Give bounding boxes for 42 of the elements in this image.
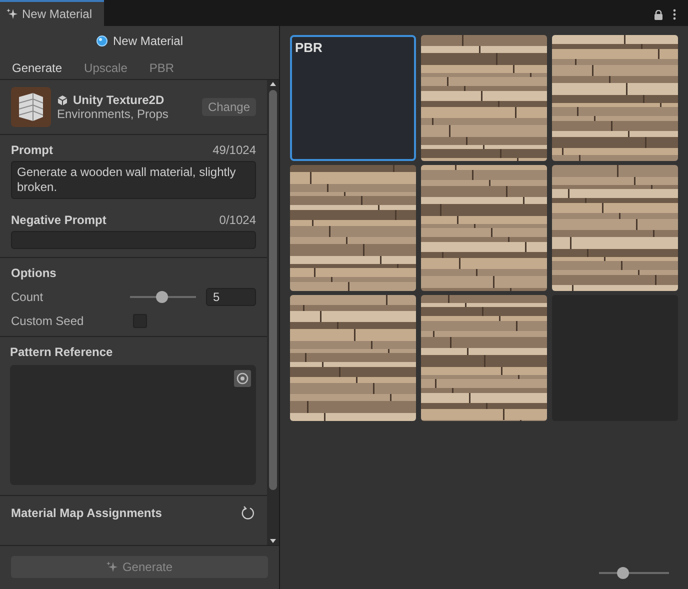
character-count: 0/1024 bbox=[219, 213, 256, 227]
model-tags: Environments, Props bbox=[57, 107, 168, 121]
options-title: Options bbox=[11, 266, 58, 280]
material-title: New Material bbox=[112, 34, 184, 48]
scroll-thumb[interactable] bbox=[269, 90, 277, 490]
sparkle-icon bbox=[106, 561, 118, 573]
model-name: Unity Texture2D bbox=[73, 93, 164, 107]
scroll-up-icon[interactable] bbox=[269, 80, 277, 88]
negative-prompt-label: Negative Prompt bbox=[11, 213, 106, 227]
slider-thumb[interactable] bbox=[616, 567, 629, 579]
brick-cube-thumbnail bbox=[11, 87, 51, 127]
window-tab-title: New Material bbox=[22, 7, 92, 21]
wood-texture-thumbnail[interactable] bbox=[421, 295, 547, 421]
pbr-tile[interactable]: PBR bbox=[290, 35, 416, 161]
tab[interactable]: Upscale bbox=[76, 60, 136, 74]
scrollbar[interactable] bbox=[267, 80, 279, 545]
wood-texture-thumbnail[interactable] bbox=[552, 165, 678, 291]
tab[interactable]: PBR bbox=[141, 60, 182, 74]
custom-seed-label: Custom Seed bbox=[11, 314, 85, 328]
wood-texture-thumbnail[interactable] bbox=[421, 165, 547, 291]
slider-thumb[interactable] bbox=[156, 291, 168, 303]
lock-icon[interactable] bbox=[654, 10, 663, 20]
reset-icon[interactable] bbox=[241, 506, 255, 520]
wood-texture-thumbnail[interactable] bbox=[552, 35, 678, 161]
wood-texture-thumbnail[interactable] bbox=[421, 35, 547, 161]
scroll-down-icon[interactable] bbox=[269, 537, 277, 545]
cube-icon bbox=[57, 94, 68, 106]
target-icon[interactable] bbox=[234, 370, 251, 387]
window-tab[interactable]: New Material bbox=[0, 0, 104, 26]
wood-texture-thumbnail[interactable] bbox=[290, 165, 416, 291]
pattern-reference-title: Pattern Reference bbox=[10, 345, 114, 359]
material-map-title: Material Map Assignments bbox=[11, 506, 162, 520]
material-sphere-icon bbox=[96, 35, 108, 47]
character-count: 49/1024 bbox=[212, 143, 256, 157]
more-menu-icon[interactable] bbox=[673, 9, 676, 20]
count-field[interactable]: 5 bbox=[206, 288, 256, 306]
count-label: Count bbox=[11, 290, 44, 304]
prompt-label: Prompt bbox=[11, 143, 53, 157]
prompt-field[interactable]: Generate a wooden wall material, slightly broken. bbox=[11, 161, 256, 199]
sparkle-icon bbox=[6, 8, 18, 20]
tab[interactable]: Generate bbox=[4, 60, 70, 74]
wood-texture-thumbnail[interactable] bbox=[290, 295, 416, 421]
